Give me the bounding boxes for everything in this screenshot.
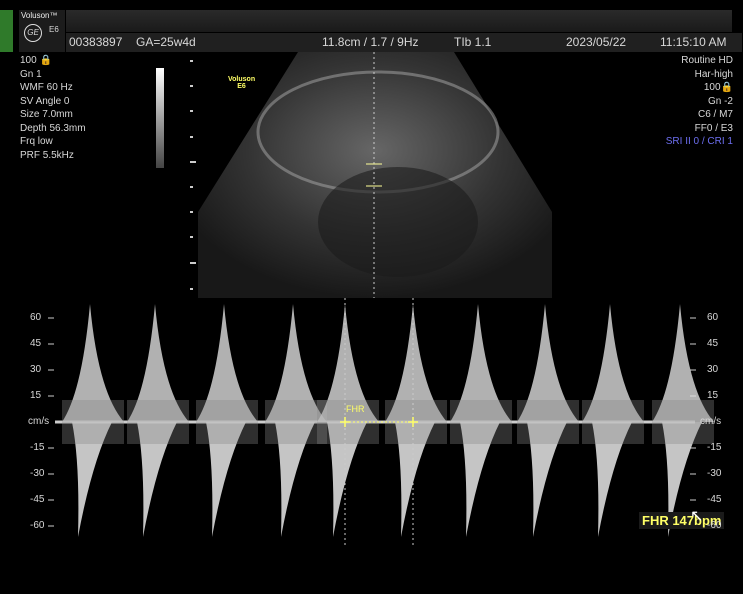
- param-frequency: Frq low: [20, 136, 53, 147]
- param-sri-cri: SRI II 0 / CRI 1: [665, 136, 733, 147]
- param-size: Size 7.0mm: [20, 109, 73, 120]
- gestational-age: GA=25w4d: [136, 35, 196, 49]
- brand-name: Voluson™: [21, 11, 58, 20]
- param-cm: C6 / M7: [697, 109, 733, 120]
- scale-tick-right: 60: [707, 312, 719, 323]
- scale-tick-right: -60: [707, 520, 722, 531]
- scale-tick-right: 30: [707, 364, 719, 375]
- time: 11:15:10 AM: [660, 35, 727, 49]
- right-params: Routine HD Har-high 100🔒 Gn -2 C6 / M7 F…: [666, 54, 733, 149]
- date: 2023/05/22: [566, 35, 627, 49]
- fhr-caliper-label: FHR: [346, 404, 365, 414]
- patient-id: 00383897: [69, 35, 123, 49]
- scale-tick-left: 30: [30, 364, 42, 375]
- b-mode-image: [198, 52, 552, 298]
- depth-info: 11.8cm / 1.7 / 9Hz: [322, 35, 419, 49]
- doppler-spectrum: [48, 298, 714, 548]
- scale-tick-right: 45: [707, 338, 719, 349]
- spectral-fill: [450, 400, 512, 444]
- spectral-fill: [127, 400, 189, 444]
- param-gain: Gn 1: [20, 68, 42, 80]
- scale-tick-right: -15: [707, 442, 722, 453]
- param-preset: Routine HD: [681, 55, 733, 66]
- scale-tick-left: -30: [30, 468, 45, 479]
- scale-tick-left: 60: [30, 312, 42, 323]
- spectral-fill: [517, 400, 579, 444]
- scale-tick-right: -30: [707, 468, 722, 479]
- param-ff: FF0 / E3: [694, 122, 733, 134]
- unit-label-left: cm/s: [28, 416, 50, 427]
- scale-tick-left: -60: [30, 520, 45, 531]
- left-params: 100 🔒 Gn 1 WMF 60 Hz SV Angle 0 Size 7.0…: [20, 54, 86, 162]
- scale-tick-left: 15: [30, 390, 42, 401]
- top-bar: [66, 10, 732, 32]
- param-harmonic: Har-high: [694, 68, 733, 80]
- depth-ticks: [190, 60, 196, 300]
- mouse-cursor-icon: ↖: [690, 508, 704, 525]
- param-depth: Depth 56.3mm: [20, 122, 86, 134]
- tib-value: TIb 1.1: [454, 35, 492, 49]
- scale-tick-left: -45: [30, 494, 45, 505]
- scale-tick-right: 15: [707, 390, 719, 401]
- param-power-right: 100🔒: [703, 82, 733, 93]
- param-prf: PRF 5.5kHz: [20, 149, 74, 161]
- scale-tick-right: -45: [707, 494, 722, 505]
- model-name: E6: [49, 25, 59, 34]
- param-gain-right: Gn -2: [707, 95, 733, 107]
- param-power: 100 🔒: [20, 55, 52, 66]
- grayscale-bar: [156, 68, 164, 168]
- scale-tick-left: 45: [30, 338, 42, 349]
- param-sv-angle: SV Angle 0: [20, 95, 70, 107]
- voluson-logo: Voluson™ GE E6: [19, 10, 65, 52]
- unit-label-right: cm/s: [700, 416, 722, 427]
- spectral-fill: [582, 400, 644, 444]
- param-wmf: WMF 60 Hz: [20, 82, 73, 93]
- spectral-fill: [62, 400, 124, 444]
- header-bar: 00383897 GA=25w4d 11.8cm / 1.7 / 9Hz TIb…: [66, 33, 742, 52]
- scale-tick-left: -15: [30, 442, 45, 453]
- active-indicator: [0, 10, 13, 52]
- ge-logo-icon: GE: [24, 24, 42, 42]
- spectral-fill: [196, 400, 258, 444]
